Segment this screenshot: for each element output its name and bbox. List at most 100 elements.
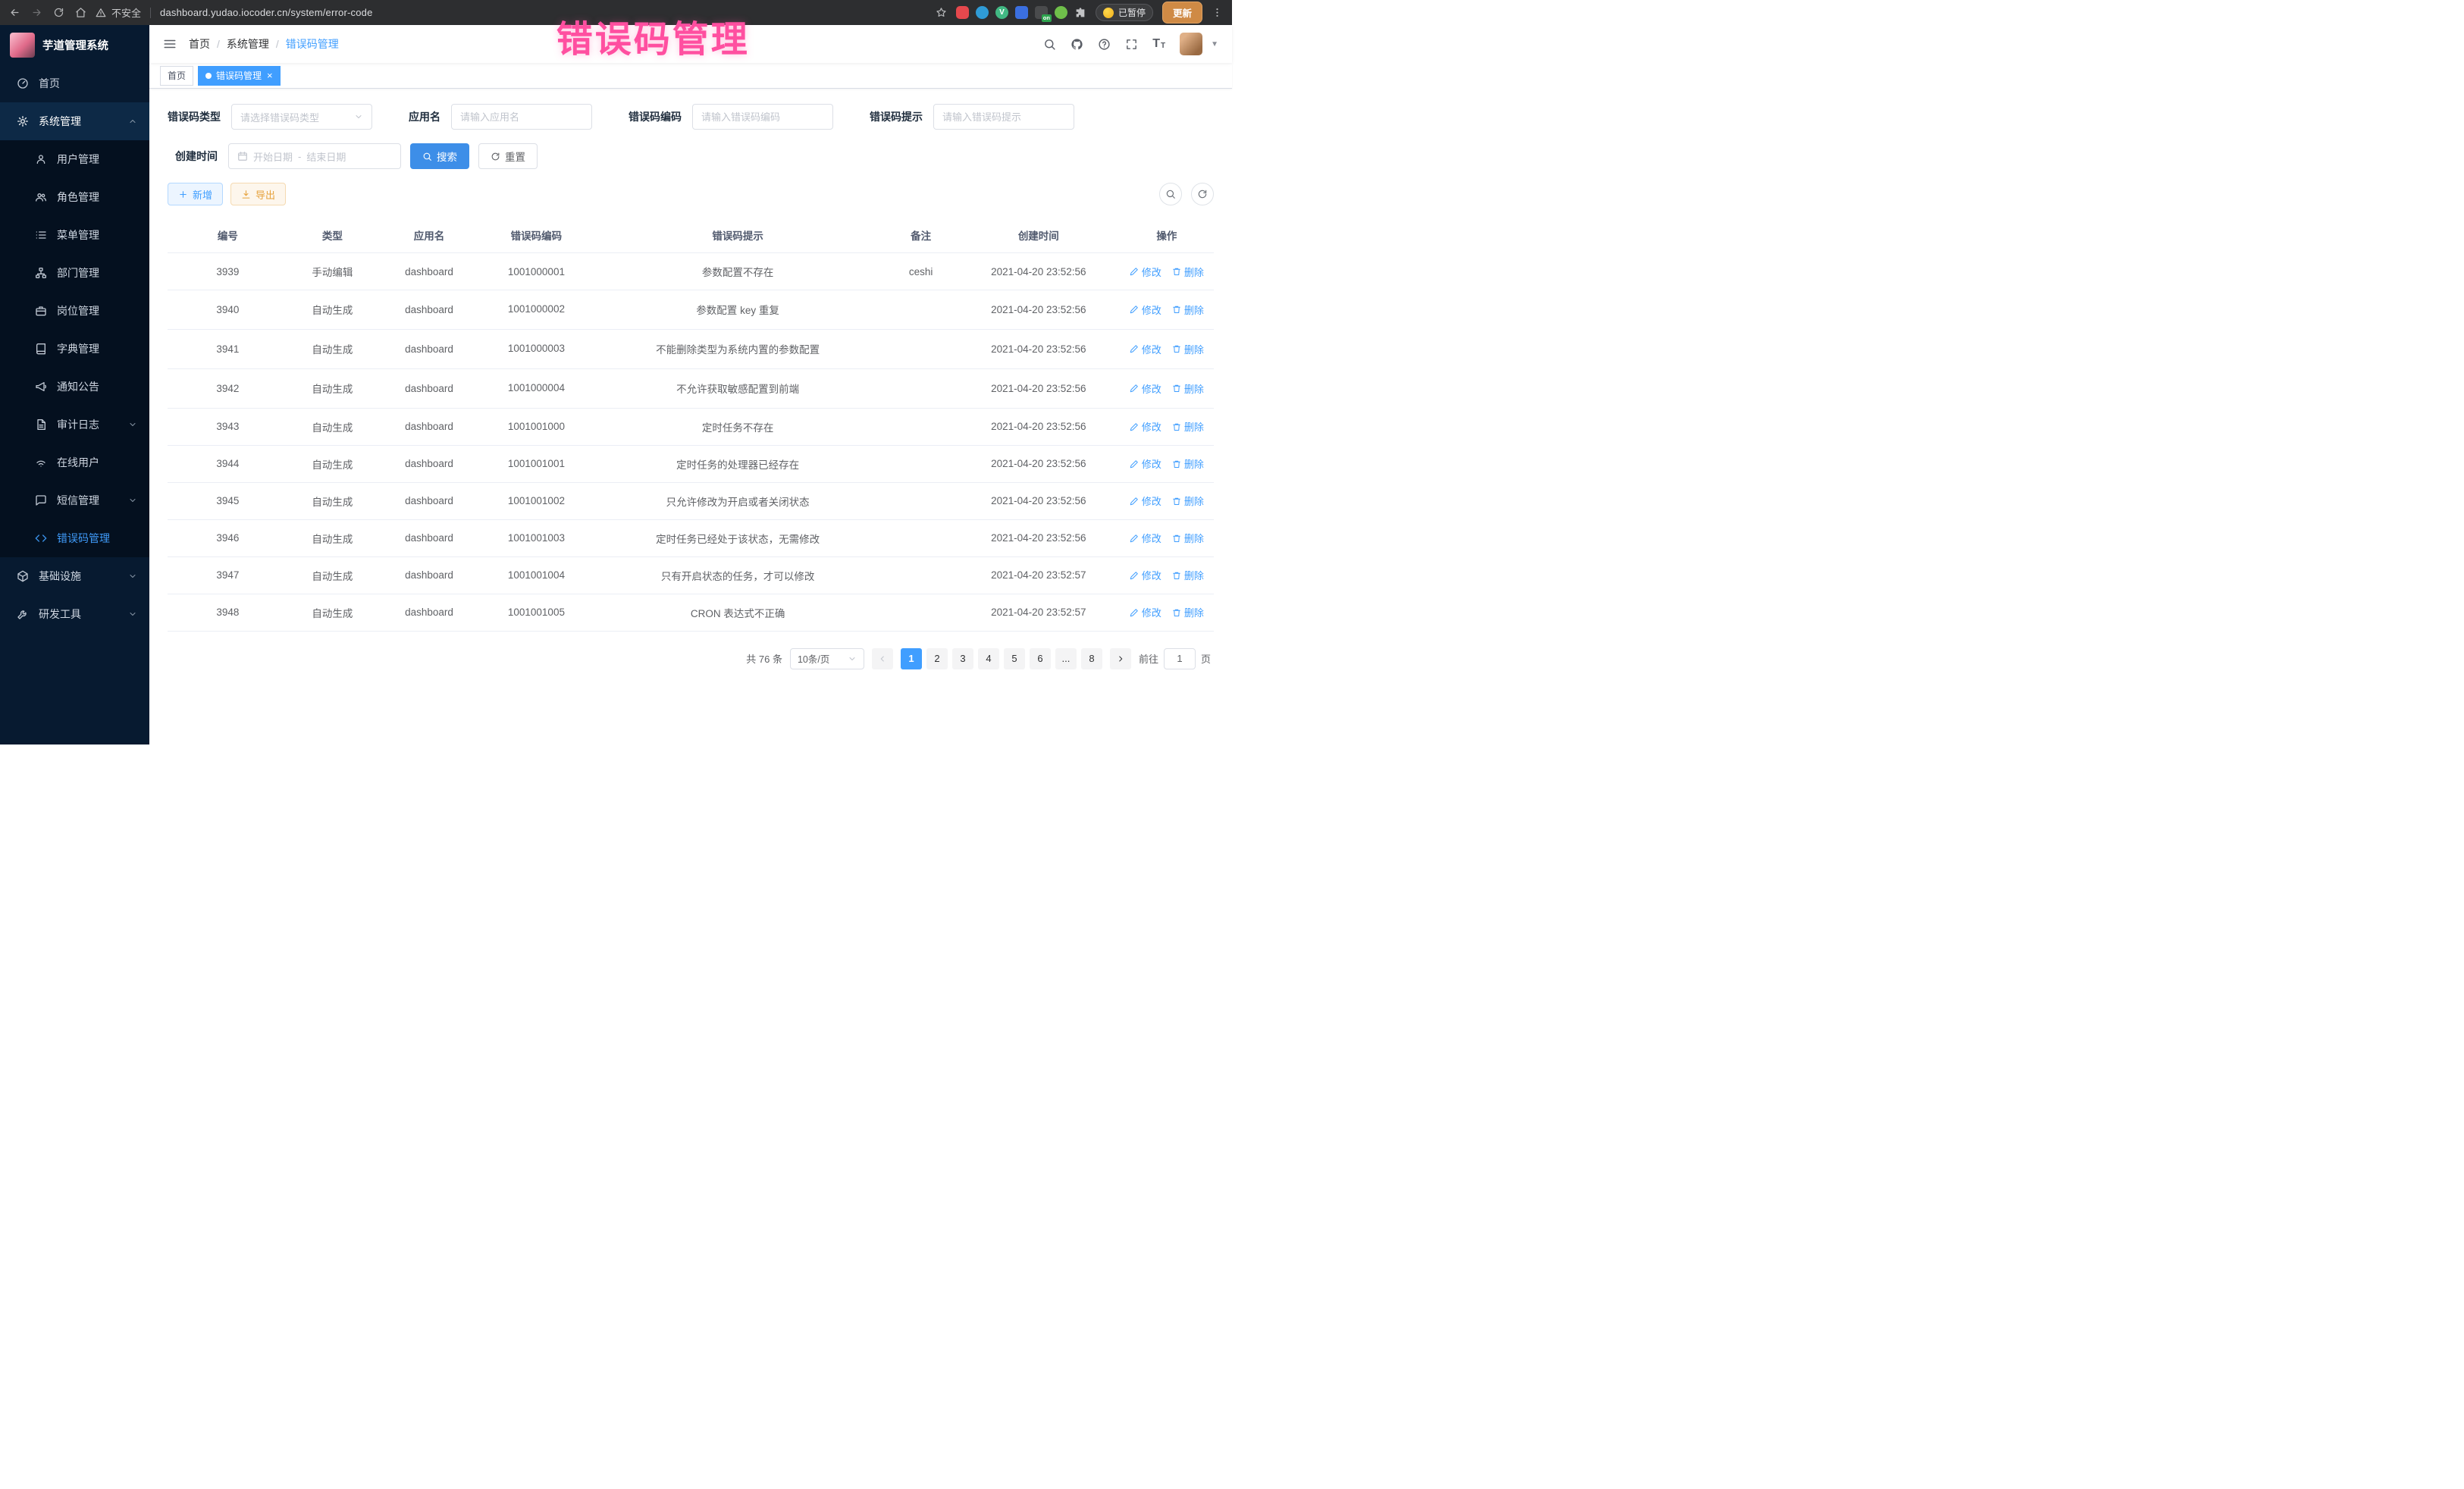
page-button[interactable]: 1 xyxy=(901,648,922,669)
page-button[interactable]: 2 xyxy=(926,648,948,669)
bookmark-star-icon[interactable] xyxy=(936,7,947,18)
github-icon[interactable] xyxy=(1071,38,1083,51)
delete-link[interactable]: 删除 xyxy=(1172,605,1204,619)
tab-home[interactable]: 首页 xyxy=(160,66,193,86)
delete-link[interactable]: 删除 xyxy=(1172,456,1204,471)
filter-form: 错误码类型 请选择错误码类型 应用名 错误码编码 xyxy=(168,104,1214,169)
address-bar[interactable]: 不安全 dashboard.yudao.iocoder.cn/system/er… xyxy=(96,5,947,20)
close-icon[interactable]: × xyxy=(267,71,273,80)
app-name-input[interactable] xyxy=(460,111,583,123)
prev-page-button[interactable] xyxy=(872,648,893,669)
profile-paused-badge[interactable]: 已暂停 xyxy=(1096,4,1153,21)
page-button[interactable]: 3 xyxy=(952,648,973,669)
sidebar-item[interactable]: 系统管理 xyxy=(0,102,149,140)
edit-link[interactable]: 修改 xyxy=(1130,381,1161,396)
edit-link[interactable]: 修改 xyxy=(1130,419,1161,434)
edit-link[interactable]: 修改 xyxy=(1130,531,1161,545)
goto-page-input[interactable] xyxy=(1164,648,1196,669)
extension-icon[interactable] xyxy=(1055,6,1067,19)
delete-link[interactable]: 删除 xyxy=(1172,494,1204,508)
search-icon[interactable] xyxy=(1043,38,1056,51)
proxy-extension-icon[interactable]: on xyxy=(1035,6,1048,19)
reload-icon[interactable] xyxy=(53,7,64,18)
error-hint-input[interactable] xyxy=(942,111,1065,123)
edit-link[interactable]: 修改 xyxy=(1130,494,1161,508)
page-size-select[interactable]: 10条/页 xyxy=(790,648,864,669)
sidebar-item[interactable]: 研发工具 xyxy=(0,595,149,633)
breadcrumb-item[interactable]: 系统管理 xyxy=(227,36,269,52)
browser-menu-icon[interactable] xyxy=(1212,7,1223,18)
sidebar-item[interactable]: 用户管理 xyxy=(0,140,149,178)
page-button[interactable]: 4 xyxy=(978,648,999,669)
delete-link[interactable]: 删除 xyxy=(1172,419,1204,434)
cell-code: 1001000003 xyxy=(481,329,591,368)
sidebar-item-label: 系统管理 xyxy=(39,114,81,129)
sidebar-item[interactable]: 短信管理 xyxy=(0,481,149,519)
refresh-icon xyxy=(1197,189,1208,199)
edit-link[interactable]: 修改 xyxy=(1130,265,1161,279)
add-button[interactable]: 新增 xyxy=(168,183,223,205)
sidebar-item[interactable]: 审计日志 xyxy=(0,406,149,444)
puzzle-extensions-icon[interactable] xyxy=(1074,7,1086,19)
sidebar-item[interactable]: 岗位管理 xyxy=(0,292,149,330)
page-button[interactable]: 6 xyxy=(1030,648,1051,669)
not-secure-warning-icon[interactable] xyxy=(96,8,106,18)
export-button[interactable]: 导出 xyxy=(230,183,286,205)
edit-link[interactable]: 修改 xyxy=(1130,342,1161,356)
edit-link[interactable]: 修改 xyxy=(1130,605,1161,619)
delete-link[interactable]: 删除 xyxy=(1172,342,1204,356)
error-code-input[interactable] xyxy=(701,111,824,123)
page-size-value: 10条/页 xyxy=(798,651,829,666)
home-icon[interactable] xyxy=(75,7,86,18)
fullscreen-icon[interactable] xyxy=(1125,38,1138,51)
next-page-button[interactable] xyxy=(1110,648,1131,669)
page-button[interactable]: 5 xyxy=(1004,648,1025,669)
forward-icon[interactable] xyxy=(31,7,42,18)
page-more-button[interactable]: ... xyxy=(1055,648,1077,669)
sidebar-item[interactable]: 角色管理 xyxy=(0,178,149,216)
cell-type: 自动生成 xyxy=(288,368,377,408)
edit-link[interactable]: 修改 xyxy=(1130,456,1161,471)
cell-code: 1001000004 xyxy=(481,368,591,408)
update-button[interactable]: 更新 xyxy=(1162,2,1202,24)
tab-error-code[interactable]: 错误码管理 × xyxy=(198,66,281,86)
sidebar-item[interactable]: 通知公告 xyxy=(0,368,149,406)
sidebar-item[interactable]: 基础设施 xyxy=(0,557,149,595)
back-icon[interactable] xyxy=(9,7,20,18)
extension-icon[interactable] xyxy=(1015,6,1028,19)
hamburger-icon[interactable] xyxy=(163,37,177,51)
sidebar-item[interactable]: 字典管理 xyxy=(0,330,149,368)
cell-app: dashboard xyxy=(377,368,481,408)
page-button[interactable]: 8 xyxy=(1081,648,1102,669)
error-type-select[interactable]: 请选择错误码类型 xyxy=(231,104,372,130)
cell-app: dashboard xyxy=(377,445,481,482)
delete-link[interactable]: 删除 xyxy=(1172,568,1204,582)
vue-devtools-icon[interactable]: V xyxy=(995,6,1008,19)
user-avatar[interactable] xyxy=(1180,33,1202,55)
briefcase-icon xyxy=(35,305,47,317)
sidebar-item[interactable]: 菜单管理 xyxy=(0,216,149,254)
refresh-table-button[interactable] xyxy=(1191,183,1214,205)
sidebar-item[interactable]: 在线用户 xyxy=(0,444,149,481)
breadcrumb-item[interactable]: 首页 xyxy=(189,36,210,52)
sidebar-item[interactable]: 错误码管理 xyxy=(0,519,149,557)
cell-type: 自动生成 xyxy=(288,408,377,445)
delete-link[interactable]: 删除 xyxy=(1172,265,1204,279)
delete-link[interactable]: 删除 xyxy=(1172,303,1204,317)
edit-link[interactable]: 修改 xyxy=(1130,303,1161,317)
extension-icon[interactable] xyxy=(956,6,969,19)
table-row: 3943自动生成dashboard1001001000定时任务不存在2021-0… xyxy=(168,408,1214,445)
font-size-icon[interactable]: TT xyxy=(1152,38,1165,50)
reset-button[interactable]: 重置 xyxy=(478,143,538,169)
sidebar-item[interactable]: 部门管理 xyxy=(0,254,149,292)
edit-link[interactable]: 修改 xyxy=(1130,568,1161,582)
extension-icon[interactable] xyxy=(976,6,989,19)
toggle-search-button[interactable] xyxy=(1159,183,1182,205)
sidebar-item[interactable]: 首页 xyxy=(0,64,149,102)
date-range-picker[interactable]: 开始日期 - 结束日期 xyxy=(228,143,401,169)
delete-link[interactable]: 删除 xyxy=(1172,381,1204,396)
help-icon[interactable] xyxy=(1098,38,1111,51)
search-button[interactable]: 搜索 xyxy=(410,143,469,169)
delete-link[interactable]: 删除 xyxy=(1172,531,1204,545)
avatar-caret-icon[interactable]: ▼ xyxy=(1211,40,1218,49)
